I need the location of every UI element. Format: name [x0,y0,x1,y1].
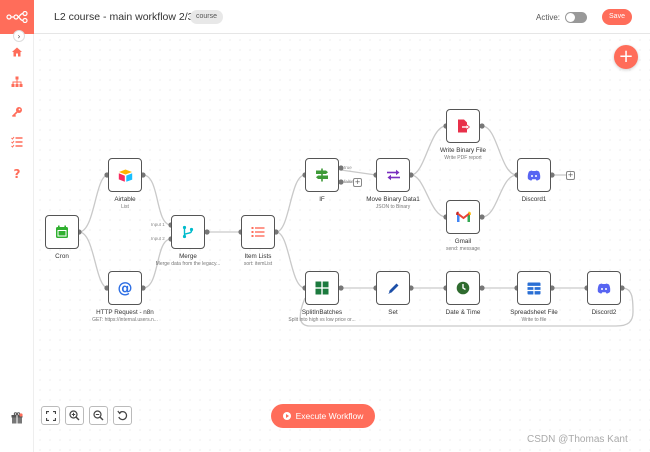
clock-icon [456,281,470,295]
node-cron-name: Cron [55,253,69,260]
zoom-in-icon [69,410,80,421]
node-split-in-batches[interactable] [305,271,339,305]
zoom-out-button[interactable] [89,406,108,425]
grid-icon [315,281,329,295]
node-movebin-sub: JSON to Binary [375,204,411,210]
node-discord1[interactable] [517,158,551,192]
node-sheet-sub: Write to file [521,317,547,323]
play-icon [282,412,291,420]
discord-icon [527,170,541,180]
reset-zoom-button[interactable] [113,406,132,425]
pen-icon [387,283,398,294]
node-if[interactable] [305,158,339,192]
node-writebin-sub: Write PDF report [444,155,482,161]
fullscreen-button[interactable] [41,406,60,425]
node-airtable-name: Airtable [114,196,136,203]
node-datetime-name: Date & Time [445,309,481,316]
merge-icon [182,225,194,239]
node-airtable-sub: List [121,204,129,210]
merge-input1-label: Input 1 [151,222,165,227]
node-http-request[interactable]: @ [108,271,142,305]
node-merge-name: Merge [179,253,197,260]
node-write-binary-file[interactable] [446,109,480,143]
edge-itemlists-split [275,231,306,289]
node-gmail-sub: send: message [446,246,480,252]
add-node-button[interactable]: + [614,45,638,69]
signpost-icon [316,168,328,182]
node-gmail-name: Gmail [454,238,472,245]
execute-workflow-label: Execute Workflow [295,411,364,421]
fullscreen-icon [45,410,56,421]
node-set[interactable] [376,271,410,305]
node-gmail[interactable] [446,200,480,234]
calendar-icon [56,225,68,238]
node-itemlists-sub: sort: itemList [243,261,273,267]
node-date-time[interactable] [446,271,480,305]
if-false-add-button[interactable]: + [353,178,362,187]
swap-arrows-icon [386,169,400,181]
node-movebin-name: Move Binary Data1 [366,196,420,203]
node-move-binary-data[interactable] [376,158,410,192]
node-discord1-name: Discord1 [521,196,547,203]
node-cron[interactable] [45,215,79,249]
node-item-lists[interactable] [241,215,275,249]
node-merge[interactable] [171,215,205,249]
edge-cron-http [78,231,109,289]
watermark: CSDN @Thomas Kant [527,434,628,445]
edge-if-movebin [340,169,377,176]
node-http-name: HTTP Request - n8n [96,309,154,316]
node-spreadsheet-file[interactable] [517,271,551,305]
discord-icon [597,283,611,293]
node-airtable[interactable] [108,158,142,192]
node-itemlists-name: Item Lists [244,253,272,260]
zoom-out-icon [93,410,104,421]
edge-itemlists-if [275,174,306,233]
node-discord2[interactable] [587,271,621,305]
node-split-sub: Split into high vs low price or... [288,317,356,323]
node-merge-sub: Merge data from the legacy... [155,261,221,267]
list-icon [251,227,265,237]
at-sign-icon: @ [117,279,133,297]
node-writebin-name: Write Binary File [439,147,487,154]
table-icon [527,282,541,294]
airtable-icon [118,169,132,182]
node-sheet-name: Spreadsheet File [510,309,558,316]
if-true-label: true [344,165,352,170]
merge-input2-label: Input 2 [151,236,165,241]
gmail-icon [455,211,471,222]
discord1-add-button[interactable]: + [566,171,575,180]
connections [76,123,634,327]
zoom-in-button[interactable] [65,406,84,425]
reset-icon [117,410,128,421]
node-if-name: IF [319,196,325,203]
execute-workflow-button[interactable]: Execute Workflow [271,404,375,428]
node-set-name: Set [388,309,398,316]
node-split-name: SplitInBatches [301,309,343,316]
node-discord2-name: Discord2 [591,309,617,316]
node-http-sub: GET: https://internal.users.n... [92,317,158,323]
file-export-icon [457,119,470,133]
